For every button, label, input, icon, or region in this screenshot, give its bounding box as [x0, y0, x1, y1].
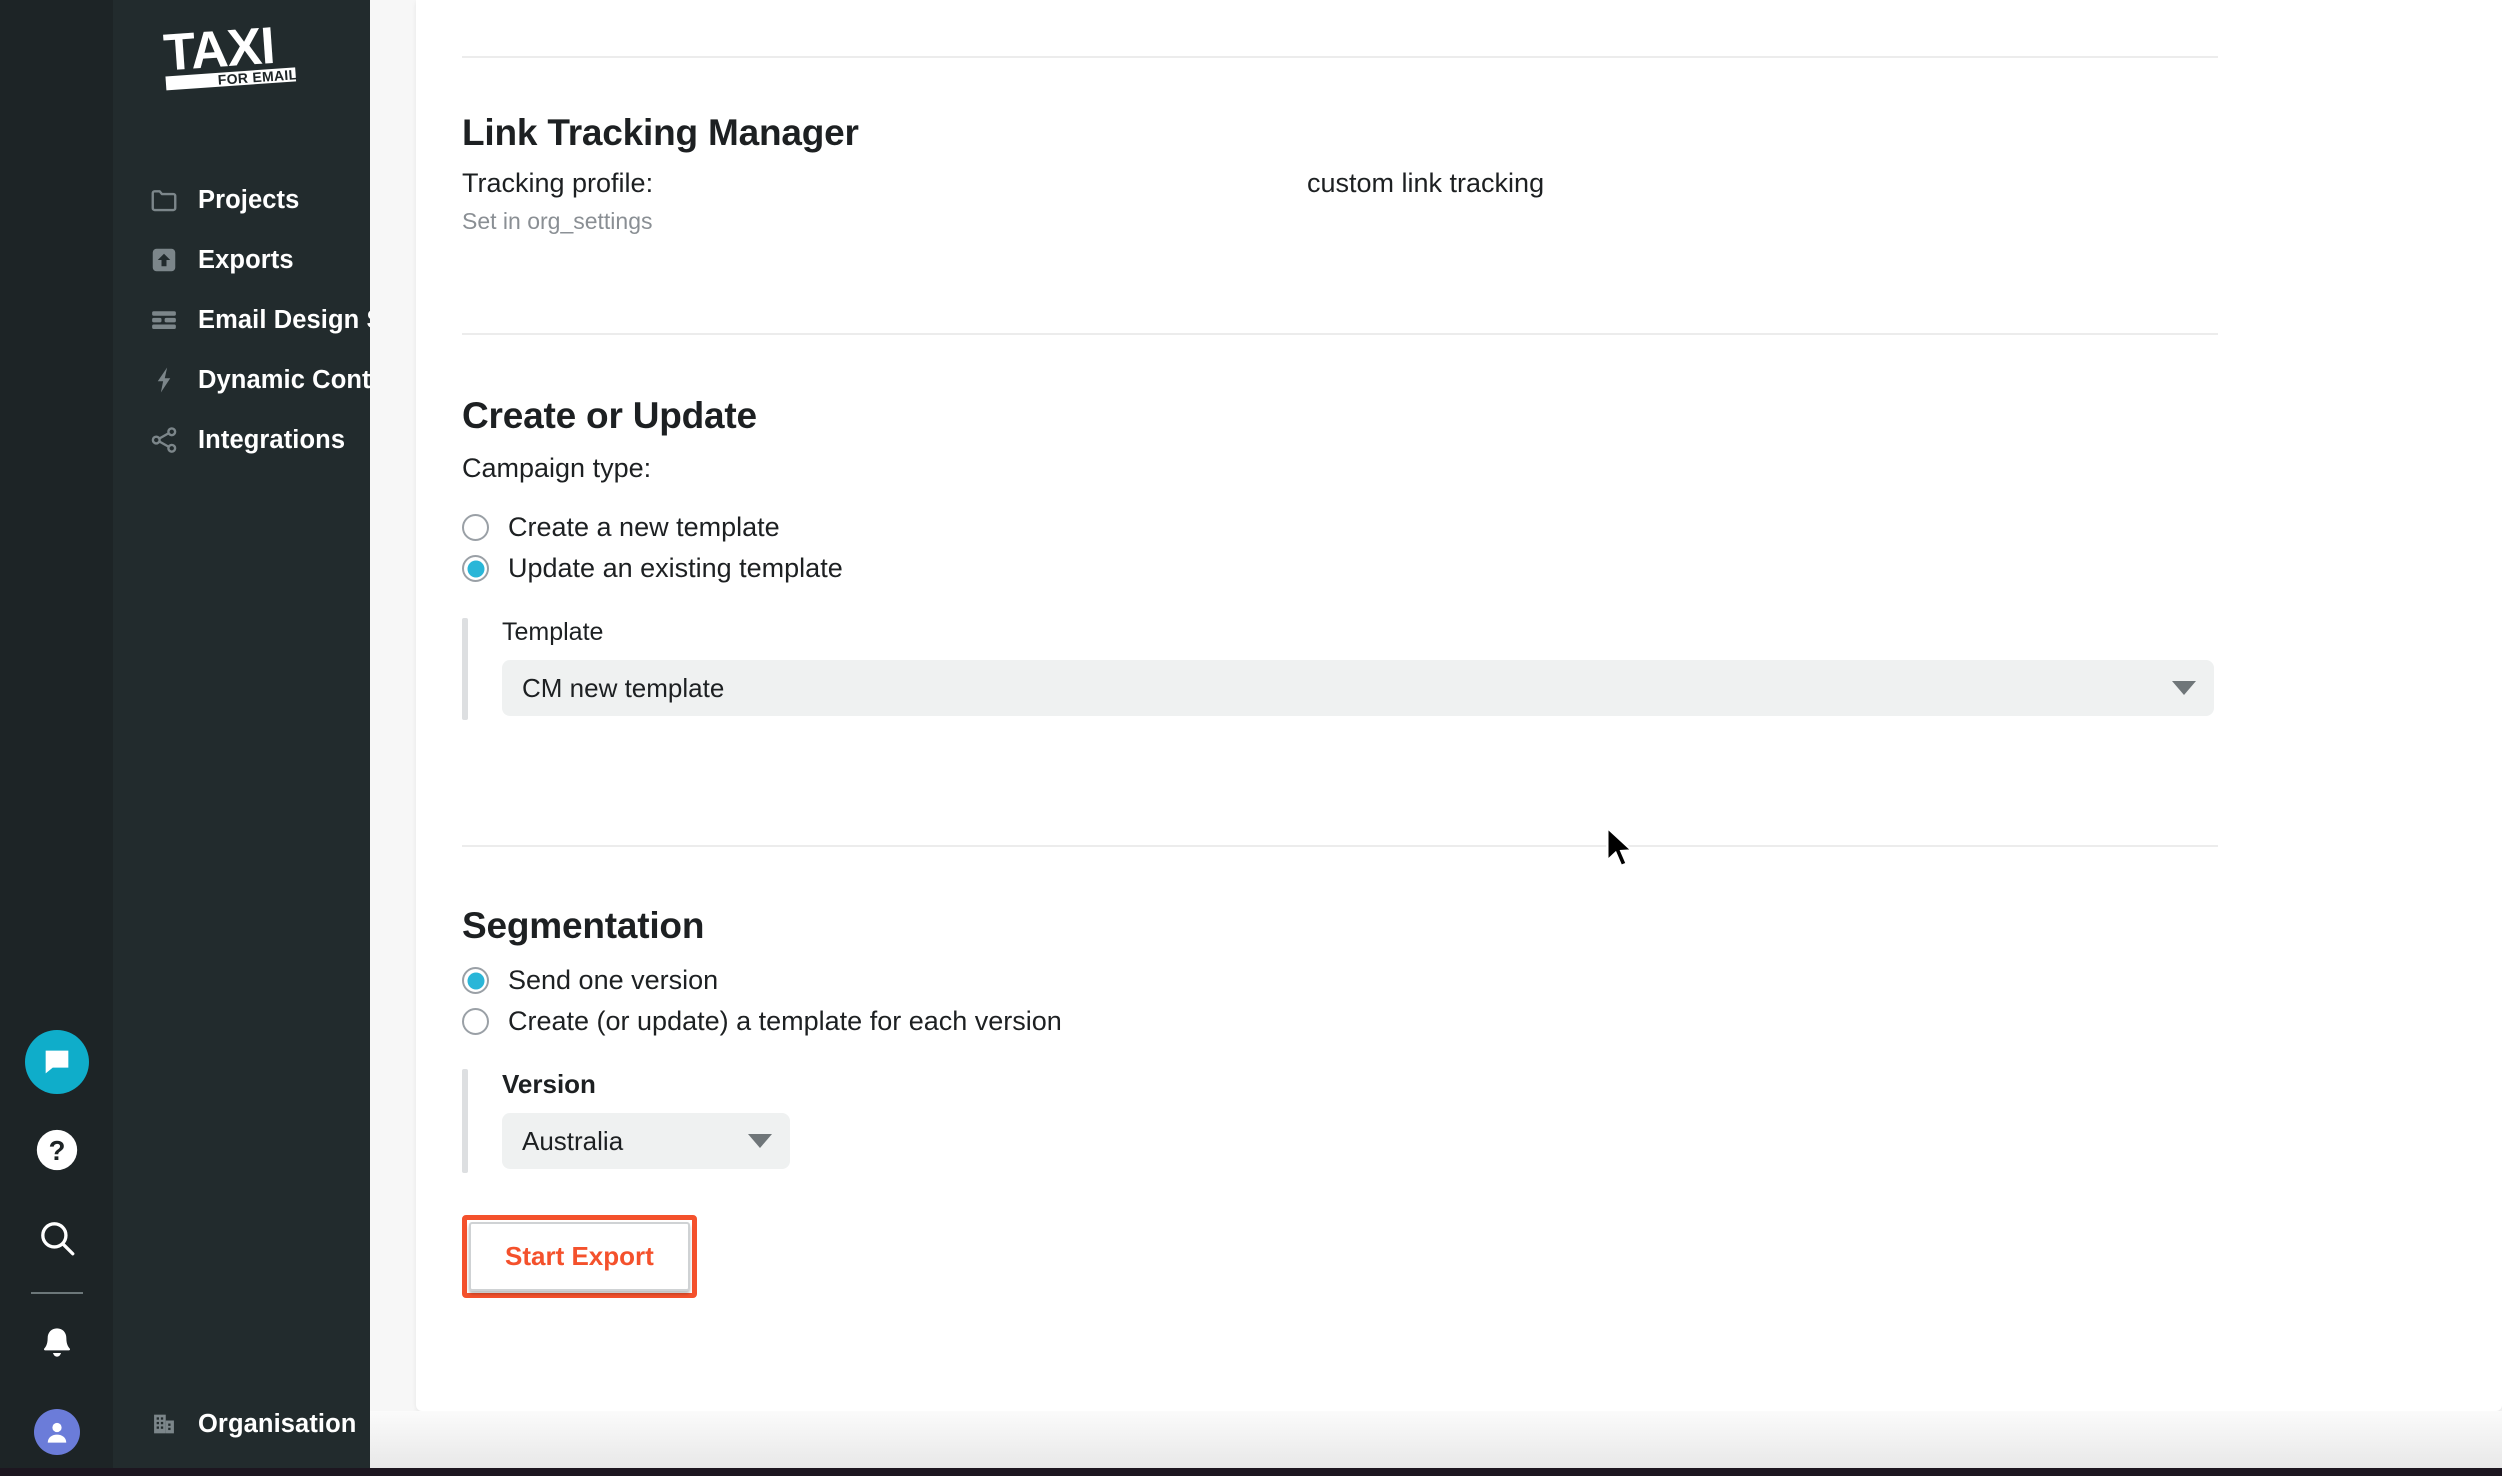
link-tracking-title: Link Tracking Manager — [462, 112, 859, 153]
building-icon — [149, 1409, 179, 1439]
sidebar-item-label: Projects — [198, 185, 300, 214]
lightning-bolt-icon — [149, 365, 179, 395]
version-select-value: Australia — [522, 1125, 624, 1156]
sidebar-item-integrations[interactable]: Integrations — [113, 410, 370, 470]
radio-input[interactable] — [462, 514, 489, 541]
radio-template-each-version[interactable]: Create (or update) a template for each v… — [462, 1006, 2218, 1037]
template-field-label: Template — [502, 618, 604, 646]
tracking-profile-label: Tracking profile: — [462, 168, 654, 198]
version-select[interactable]: Australia — [502, 1113, 790, 1169]
radio-update-existing-template[interactable]: Update an existing template — [462, 553, 2218, 584]
taxi-logo[interactable]: TAXI FOR EMAIL — [158, 13, 328, 93]
upload-icon — [149, 245, 179, 275]
radio-label: Send one version — [508, 965, 719, 995]
icon-rail-bottom-group: ? — [0, 1018, 113, 1476]
main-content: Link Tracking Manager Tracking profile: … — [370, 0, 2502, 1476]
indent-accent-bar — [462, 1069, 468, 1173]
search-icon — [40, 1222, 74, 1256]
account-avatar[interactable] — [0, 1388, 113, 1476]
notifications-button[interactable] — [0, 1300, 113, 1388]
rail-divider — [30, 1292, 83, 1294]
design-system-icon — [149, 305, 179, 335]
card-inner: Link Tracking Manager Tracking profile: … — [416, 0, 2502, 1411]
divider-after-link-tracking — [462, 333, 2218, 335]
bell-icon — [43, 1328, 70, 1357]
sidebar-item-label: Integrations — [198, 425, 346, 454]
sidebar-item-label: Organisation — [198, 1409, 357, 1438]
app-root: ? TAXI FOR EMAIL Projects Exports Email … — [0, 0, 2502, 1476]
radio-label: Create a new template — [508, 512, 780, 542]
chevron-down-icon — [748, 1134, 772, 1148]
radio-create-new-template[interactable]: Create a new template — [462, 512, 2218, 543]
template-select[interactable]: CM new template — [502, 660, 2214, 716]
tracking-profile-row: Tracking profile: custom link tracking — [462, 168, 2218, 199]
sidebar: TAXI FOR EMAIL Projects Exports Email De… — [113, 0, 472, 1476]
tracking-profile-note: Set in org_settings — [462, 208, 653, 234]
sidebar-item-organisation[interactable]: Organisation — [113, 1394, 389, 1454]
create-or-update-title: Create or Update — [462, 395, 757, 436]
folder-icon — [149, 185, 179, 215]
user-avatar-icon — [33, 1409, 80, 1455]
radio-label: Update an existing template — [508, 553, 843, 583]
share-nodes-icon — [149, 425, 179, 455]
tracking-profile-value: custom link tracking — [1307, 168, 1545, 198]
icon-rail: ? — [0, 0, 113, 1476]
export-settings-card: Link Tracking Manager Tracking profile: … — [416, 0, 2502, 1411]
radio-label: Create (or update) a template for each v… — [508, 1006, 1062, 1036]
version-field-label: Version — [502, 1069, 596, 1099]
sidebar-item-projects[interactable]: Projects — [113, 170, 370, 230]
template-field-group: Template CM new template — [462, 618, 2218, 720]
start-export-button[interactable]: Start Export — [469, 1222, 690, 1291]
radio-input[interactable] — [462, 1008, 489, 1035]
sidebar-item-label: Exports — [198, 245, 294, 274]
template-select-value: CM new template — [522, 672, 725, 703]
create-or-update-section: Create or Update Campaign type: Create a… — [462, 395, 2218, 720]
sidebar-item-email-design-systems[interactable]: Email Design Systems — [113, 290, 472, 350]
divider-after-create-or-update — [462, 845, 2218, 847]
sidebar-nav: Projects Exports Email Design Systems Dy… — [113, 170, 472, 470]
chat-bubble-icon — [24, 1030, 89, 1094]
segmentation-section: Segmentation Send one version Create (or… — [462, 905, 2218, 1298]
start-export-focus-ring: Start Export — [462, 1215, 697, 1298]
divider-top — [462, 56, 2218, 58]
radio-send-one-version[interactable]: Send one version — [462, 965, 2218, 996]
sidebar-item-exports[interactable]: Exports — [113, 230, 370, 290]
link-tracking-section: Link Tracking Manager Tracking profile: … — [462, 112, 2218, 235]
campaign-type-label: Campaign type: — [462, 453, 652, 483]
radio-input[interactable] — [462, 967, 489, 994]
sidebar-item-dynamic-content[interactable]: Dynamic Content — [113, 350, 409, 410]
svg-text:?: ? — [48, 1135, 65, 1166]
messenger-launcher[interactable] — [0, 1018, 113, 1106]
segmentation-title: Segmentation — [462, 905, 705, 946]
window-bottom-bar — [0, 1468, 2502, 1476]
help-button[interactable]: ? — [0, 1106, 113, 1194]
radio-input[interactable] — [462, 555, 489, 582]
search-button[interactable] — [0, 1194, 113, 1282]
chevron-down-icon — [2172, 681, 2196, 695]
version-field-group: Version Australia — [462, 1069, 862, 1173]
question-mark-icon: ? — [36, 1129, 77, 1171]
footer-strip — [370, 1411, 2502, 1471]
start-export-wrap: Start Export — [462, 1215, 2218, 1298]
indent-accent-bar — [462, 618, 468, 720]
